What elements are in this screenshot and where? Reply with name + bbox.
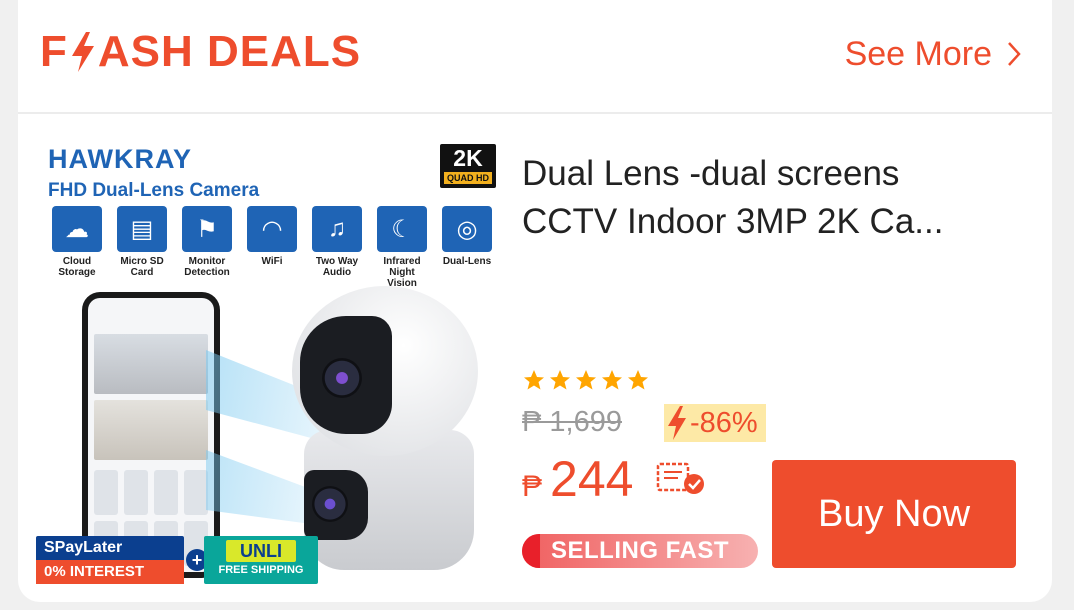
see-more-link[interactable]: See More: [845, 32, 1022, 76]
product-image-subtitle: FHD Dual-Lens Camera: [48, 180, 260, 201]
spaylater-badge: SPayLater 0% INTEREST: [36, 536, 184, 584]
rating-stars: [522, 368, 650, 392]
feature-icons-row: ☁ Cloud Storage ▤ Micro SD Card ⚑ Monito…: [48, 206, 496, 289]
currency-symbol: ₱: [522, 470, 543, 503]
flash-deals-card: F ASH DEALS See More HAWKRAY FHD Dual-Le…: [18, 0, 1052, 602]
feature-label: Infrared Night Vision: [383, 256, 421, 289]
feature-cloud: ☁ Cloud Storage: [48, 206, 106, 289]
current-price: ₱ 244: [522, 450, 633, 508]
spaylater-label: SPayLater: [36, 536, 184, 560]
badge-quad-hd-text: QUAD HD: [444, 172, 492, 184]
feature-label: Cloud Storage: [58, 256, 96, 278]
feature-night: ☾ Infrared Night Vision: [373, 206, 431, 289]
voucher-check-icon: [656, 462, 704, 494]
star-icon: [602, 370, 622, 390]
chevron-right-icon: [1008, 42, 1021, 66]
feature-label: WiFi: [261, 256, 283, 267]
star-icon: [576, 370, 596, 390]
zero-interest-label: 0% INTEREST: [36, 560, 184, 584]
motion-icon: ⚑: [182, 206, 232, 252]
unli-shipping-badge: UNLI FREE SHIPPING: [204, 536, 318, 584]
see-more-label: See More: [844, 34, 992, 73]
feature-label: Micro SD Card: [120, 256, 164, 278]
sd-card-icon: ▤: [117, 206, 167, 252]
camera-feed-1: [94, 334, 208, 394]
feature-label: Two Way Audio: [315, 256, 359, 278]
feature-motion: ⚑ Monitor Detection: [178, 206, 236, 289]
feature-label: Dual-Lens: [442, 256, 492, 267]
night-vision-icon: ☾: [377, 206, 427, 252]
product-image[interactable]: HAWKRAY FHD Dual-Lens Camera 2K QUAD HD …: [36, 130, 498, 586]
original-price: ₱ 1,699: [522, 406, 622, 438]
feature-dual-lens: ◎ Dual-Lens: [438, 206, 496, 289]
title-letter-f: F: [40, 27, 68, 76]
feature-sd: ▤ Micro SD Card: [113, 206, 171, 289]
discount-percent: -86%: [690, 406, 758, 439]
unli-label: UNLI: [226, 540, 296, 562]
phone-screen: [88, 298, 214, 572]
selling-fast-label: SELLING FAST: [550, 537, 729, 564]
quad-hd-badge: 2K QUAD HD: [440, 144, 496, 188]
camera-feed-2: [94, 400, 208, 460]
selling-fast-badge: SELLING FAST: [522, 534, 758, 568]
product-brand-logo: HAWKRAY: [48, 144, 193, 174]
feature-wifi: ◠ WiFi: [243, 206, 301, 289]
lightning-icon: [71, 32, 94, 72]
audio-icon: ♫: [312, 206, 362, 252]
star-icon: [550, 370, 570, 390]
star-icon: [628, 370, 648, 390]
flash-deals-title: F ASH DEALS: [40, 26, 361, 78]
cloud-icon: ☁: [52, 206, 102, 252]
camera-lens-top: [322, 358, 362, 398]
dual-lens-icon: ◎: [442, 206, 492, 252]
badge-2k-text: 2K: [453, 145, 483, 171]
lightning-icon: [668, 406, 686, 440]
discount-badge: -86%: [664, 404, 766, 442]
free-shipping-label: FREE SHIPPING: [218, 564, 304, 576]
camera-lens-bottom: [312, 486, 348, 522]
product-title[interactable]: Dual Lens -dual screens CCTV Indoor 3MP …: [522, 150, 1002, 246]
flash-deals-title-text: ASH DEALS: [97, 27, 362, 76]
flash-deals-header: F ASH DEALS See More: [18, 0, 1052, 114]
buy-now-button[interactable]: Buy Now: [772, 460, 1016, 568]
feature-label: Monitor Detection: [184, 256, 230, 278]
price-value: 244: [550, 451, 634, 507]
star-icon: [524, 370, 544, 390]
wifi-icon: ◠: [247, 206, 297, 252]
feature-audio: ♫ Two Way Audio: [308, 206, 366, 289]
